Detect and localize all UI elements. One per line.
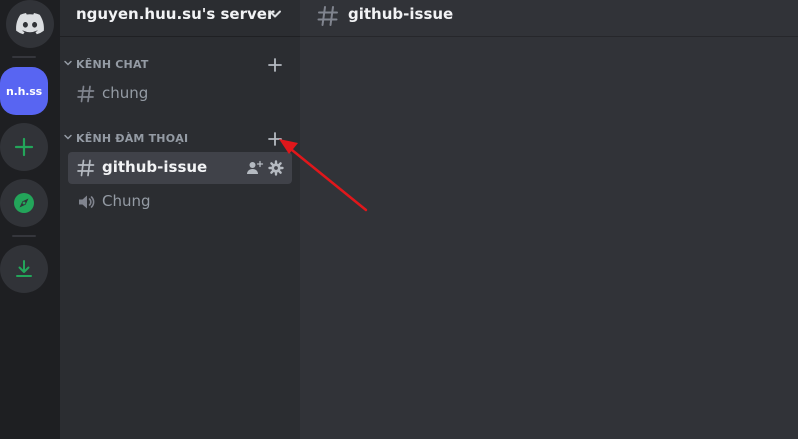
- home-button[interactable]: [6, 0, 54, 48]
- category-title: KÊNH ĐÀM THOẠI: [76, 132, 189, 145]
- hash-icon: [77, 159, 95, 177]
- rail-divider: [12, 235, 36, 237]
- chevron-down-icon: [64, 134, 72, 140]
- server-rail: n.h.ss: [0, 0, 60, 439]
- create-channel-button-text[interactable]: [266, 56, 284, 74]
- message-area: [300, 37, 798, 439]
- compass-icon: [14, 193, 34, 213]
- channel-header: github-issue: [300, 0, 798, 37]
- channel-name: Chung: [102, 192, 151, 210]
- category-header-kenh-chat[interactable]: KÊNH CHAT: [63, 56, 295, 74]
- category-title: KÊNH CHAT: [76, 58, 149, 71]
- download-icon: [16, 260, 32, 277]
- download-apps-button[interactable]: [0, 245, 48, 293]
- server-name: nguyen.huu.su's server: [76, 5, 275, 23]
- gear-icon[interactable]: [268, 160, 284, 176]
- rail-divider: [12, 56, 36, 58]
- channel-name: chung: [102, 84, 149, 102]
- create-channel-button-voice[interactable]: [266, 130, 284, 148]
- channel-sidebar: nguyen.huu.su's server KÊNH CHAT chung K…: [60, 0, 300, 439]
- chevron-down-icon: [64, 60, 72, 66]
- channel-title: github-issue: [348, 5, 454, 23]
- speaker-icon: [79, 195, 95, 209]
- channel-item-chung[interactable]: chung: [68, 78, 292, 110]
- server-icon-label: n.h.ss: [6, 84, 42, 98]
- discord-logo-icon: [16, 13, 44, 35]
- channel-name: github-issue: [102, 158, 208, 176]
- hash-icon: [317, 6, 338, 26]
- chevron-down-icon: [269, 10, 281, 18]
- category-header-kenh-dam-thoai[interactable]: KÊNH ĐÀM THOẠI: [63, 130, 295, 148]
- channel-item-github-issue[interactable]: github-issue: [68, 152, 292, 184]
- server-icon-nhss[interactable]: n.h.ss: [0, 67, 48, 115]
- server-header[interactable]: nguyen.huu.su's server: [60, 0, 300, 37]
- explore-servers-button[interactable]: [0, 179, 48, 227]
- hash-icon: [77, 85, 95, 103]
- plus-icon: [14, 137, 34, 157]
- channel-item-voice-chung[interactable]: Chung: [68, 186, 292, 218]
- add-server-button[interactable]: [0, 123, 48, 171]
- add-member-icon[interactable]: [246, 160, 264, 176]
